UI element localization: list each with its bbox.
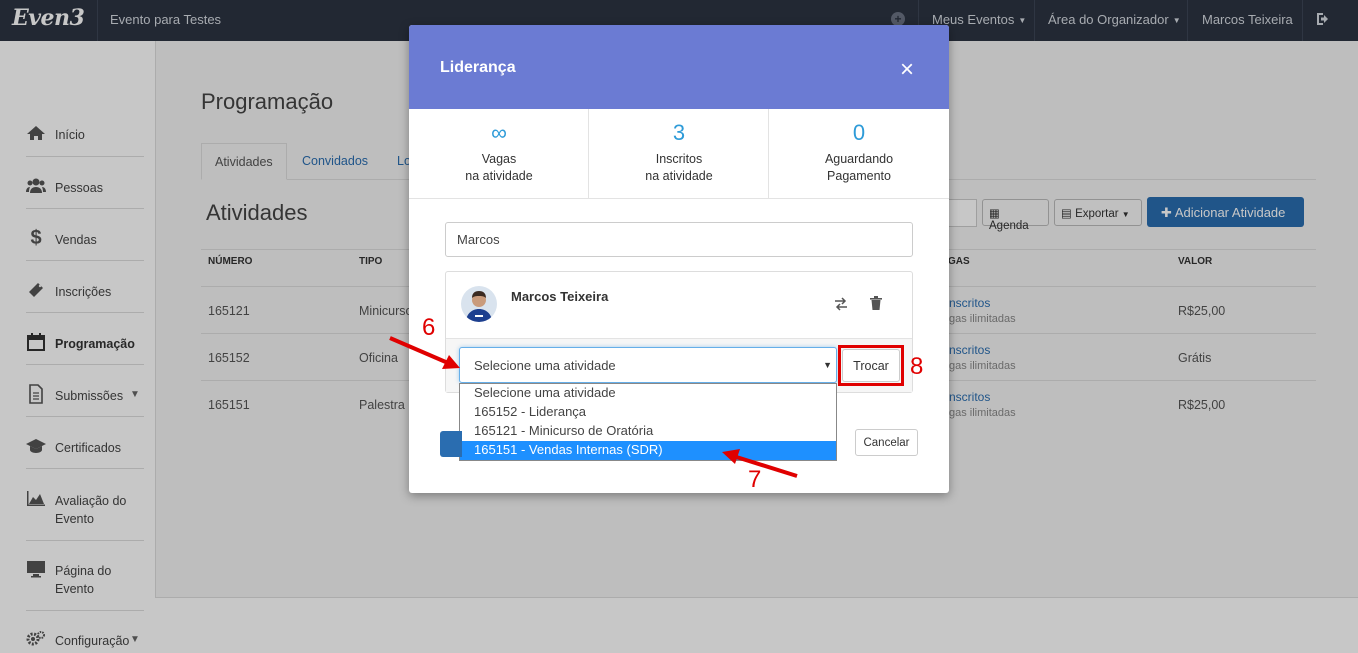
stat-aguardando: 0 Aguardando Pagamento bbox=[769, 109, 949, 199]
step-number-6: 6 bbox=[422, 314, 436, 341]
activity-modal: Liderança × ∞ Vagas na atividade 3 Inscri… bbox=[409, 25, 949, 493]
stat-inscritos: 3 Inscritos na atividade bbox=[589, 109, 769, 199]
step-number-8: 8 bbox=[910, 353, 924, 380]
step-number-7: 7 bbox=[748, 466, 762, 493]
trash-icon[interactable] bbox=[870, 296, 882, 310]
stat-caption: Inscritos na atividade bbox=[645, 152, 713, 183]
divider bbox=[588, 109, 589, 199]
highlight-box bbox=[838, 345, 904, 386]
avatar bbox=[461, 286, 497, 322]
stat-caption: Vagas na atividade bbox=[465, 152, 533, 183]
caret-down-icon: ▼ bbox=[823, 360, 832, 370]
dropdown-option-selected[interactable]: 165151 - Vendas Internas (SDR) bbox=[460, 441, 836, 460]
save-button[interactable] bbox=[440, 431, 462, 457]
stat-value: ∞ bbox=[491, 120, 507, 145]
dropdown-option[interactable]: 165152 - Liderança bbox=[460, 403, 836, 422]
stat-value: 0 bbox=[852, 120, 866, 145]
dropdown-option[interactable]: 165121 - Minicurso de Oratória bbox=[460, 422, 836, 441]
dropdown-option[interactable]: Selecione uma atividade bbox=[460, 384, 836, 403]
stat-value: 3 bbox=[672, 120, 686, 145]
activity-select[interactable]: Selecione uma atividade ▼ bbox=[459, 347, 837, 383]
select-value: Selecione uma atividade bbox=[474, 358, 616, 373]
modal-header: Liderança × bbox=[409, 25, 949, 109]
cancel-button[interactable]: Cancelar bbox=[855, 429, 918, 456]
close-icon[interactable]: × bbox=[900, 58, 914, 82]
activity-dropdown: Selecione uma atividade 165152 - Lideran… bbox=[459, 383, 837, 461]
modal-title: Liderança bbox=[440, 59, 516, 76]
participant-search-input[interactable] bbox=[445, 222, 913, 257]
participant-name: Marcos Teixeira bbox=[511, 289, 609, 304]
stat-vagas: ∞ Vagas na atividade bbox=[409, 109, 589, 199]
stats-row: ∞ Vagas na atividade 3 Inscritos na ativid… bbox=[409, 109, 949, 199]
divider bbox=[768, 109, 769, 199]
swap-icon[interactable] bbox=[834, 297, 848, 311]
stat-caption: Aguardando Pagamento bbox=[824, 152, 894, 183]
